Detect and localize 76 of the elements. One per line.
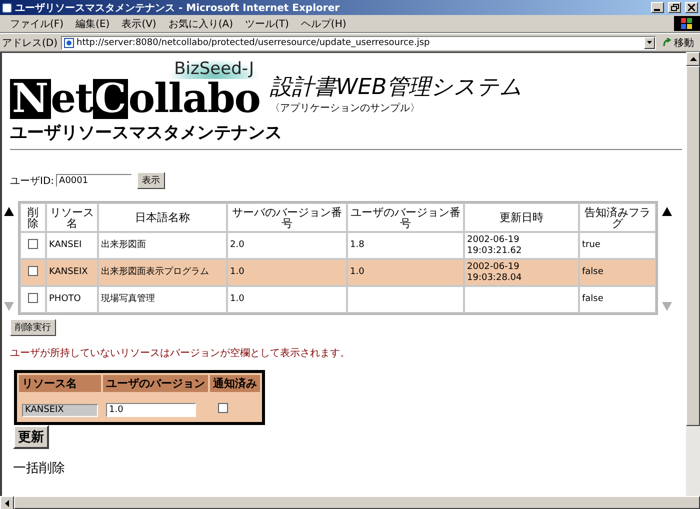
logo-text: ollabo [128,79,260,119]
table-cell: 1.0 [350,267,364,277]
minimize-button[interactable] [651,2,664,13]
update-button[interactable]: 更新 [13,425,49,449]
logo-tagline: BizSeed-J [168,59,260,79]
column-header: サーバのバージョン番号 [227,203,347,232]
page-icon [64,38,74,48]
flag-icon [674,16,700,31]
vertical-scrollbar[interactable] [686,52,700,496]
delete-checkbox[interactable] [28,292,38,302]
app-subtitle: 〈アプリケーションのサンプル〉 [270,102,421,115]
column-header: ユーザのバージョン番号 [347,203,464,232]
table-cell: 1.8 [350,240,364,250]
menu-item[interactable]: ヘルプ(H) [294,16,352,30]
logo-text: C [92,79,128,119]
scroll-up-icon[interactable] [690,57,696,61]
table-cell: 1.0 [230,267,244,277]
browser-icon [2,2,12,12]
table-row[interactable]: KANSEI 出来形図面 2.0 1.8 2002-06-19 19:03:21.62 true [20,232,656,259]
column-header: ユーザのバージョン [103,375,208,392]
notified-checkbox[interactable] [218,402,228,412]
column-header: リソース名 [19,375,101,392]
scroll-up-icon[interactable] [662,207,672,216]
scroll-left-icon[interactable] [5,500,9,506]
logo-text: N [10,79,51,119]
horizontal-scrollbar[interactable] [0,496,700,509]
page-title: ユーザリソースマスタメンテナンス [10,122,283,144]
column-header: 削除 [20,203,46,232]
arrow-icon [663,38,672,47]
delete-checkbox[interactable] [28,266,38,276]
close-icon [688,4,695,11]
table-cell: 2002-06-19 19:03:21.62 [467,234,522,256]
window-title: ユーザリソースマスタメンテナンス - Microsoft Internet Explorer [15,2,341,14]
column-header: 通知済み [210,375,260,392]
table-cell: 出来形図面表示プログラム [101,267,209,277]
menu-item[interactable]: お気に入り(A) [162,16,239,30]
table-cell: KANSEI [49,240,82,250]
menu-item[interactable]: 編集(E) [70,16,116,30]
close-button[interactable] [685,2,698,13]
table-cell: 現場写真管理 [101,294,155,304]
table-cell: 出来形図面 [101,240,146,250]
delete-checkbox[interactable] [28,238,38,248]
restore-icon [670,4,678,11]
table-cell: 1.0 [230,294,244,304]
app-title: 設計書WEB管理システム [270,75,523,101]
table-row[interactable]: KANSEIX 出来形図面表示プログラム 1.0 1.0 2002-06-19 19:03:28.04 false [20,259,656,286]
logo-text: et [50,79,92,119]
menu-item[interactable]: ファイル(F) [4,16,70,30]
column-header: 告知済みフラグ [579,203,656,232]
table-cell: 2002-06-19 19:03:28.04 [467,262,522,282]
scroll-up-icon[interactable] [4,207,14,216]
table-cell: false [582,267,604,277]
note-text: ユーザが所持していないリソースはバージョンが空欄として表示されます。 [10,346,351,360]
column-header: 日本語名称 [98,203,227,232]
show-button[interactable]: 表示 [137,172,166,189]
delete-button[interactable]: 削除実行 [10,319,56,336]
column-header: 更新日時 [464,203,579,232]
section-heading: 一括削除 [13,460,66,477]
menu-item[interactable]: 表示(V) [116,16,162,30]
address-field[interactable]: http://server:8080/netcollabo/protected/userresource/update_userresource.jsp [60,36,656,50]
table-cell: KANSEIX [49,267,88,277]
table-cell: 2.0 [230,240,244,250]
restore-button[interactable] [668,2,681,13]
resource-name-field[interactable]: KANSEIX [22,404,98,417]
table-row[interactable]: PHOTO 現場写真管理 1.0 false [20,286,656,313]
user-id-field[interactable]: A0001 [56,174,132,187]
table-cell: PHOTO [49,294,81,304]
table-cell: false [582,294,604,304]
user-id-label: ユーザID: [10,174,54,188]
table-cell: true [582,240,600,250]
address-label: アドレス(D) [2,36,58,50]
menu-item[interactable]: ツール(T) [239,16,295,30]
go-button[interactable]: 移動 [659,36,698,50]
dropdown-icon[interactable] [644,36,655,48]
version-field[interactable]: 1.0 [106,403,196,417]
column-header: リソース名 [46,203,98,232]
